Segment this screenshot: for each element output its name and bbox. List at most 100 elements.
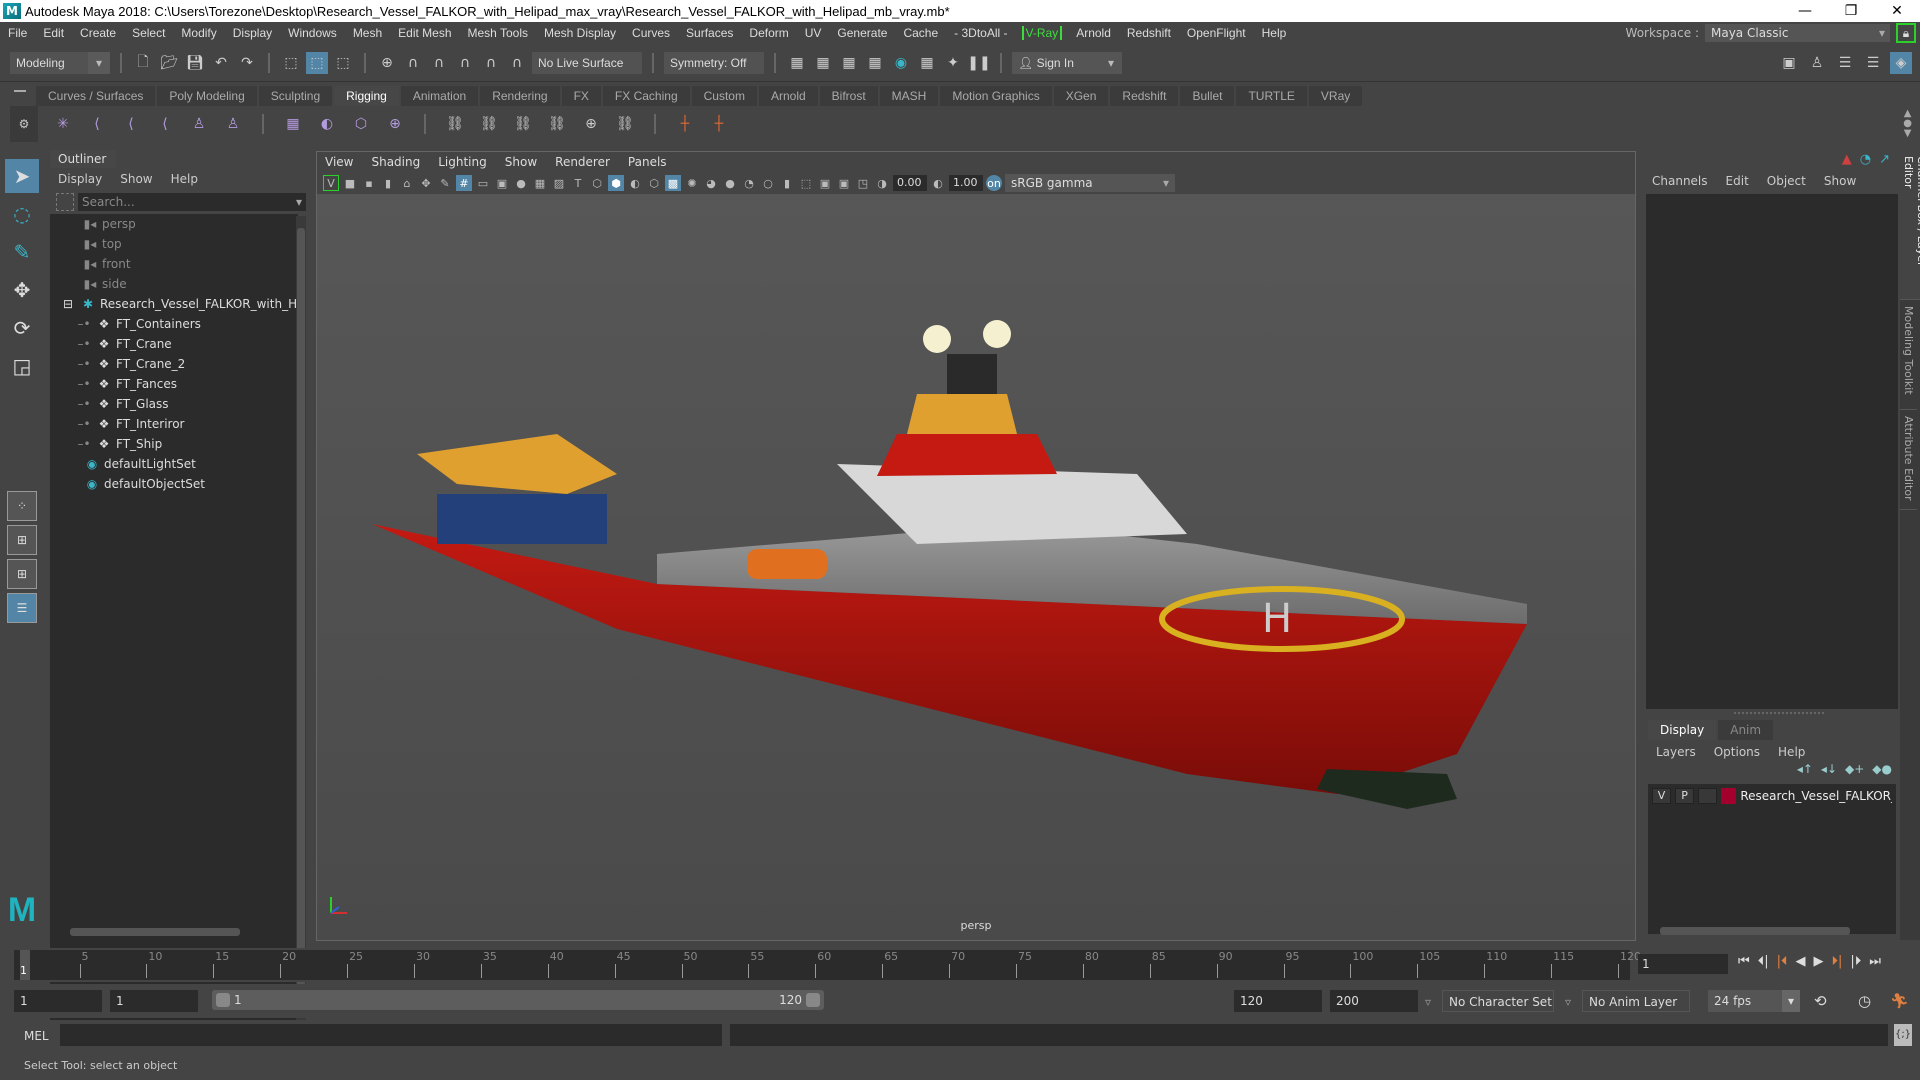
smooth-shade-icon[interactable]: ⬢ — [608, 175, 624, 191]
render-setup-icon[interactable]: ▦ — [916, 52, 938, 74]
animation-preferences-icon[interactable]: 🏃︎ — [1890, 992, 1909, 1010]
modeling-toolkit-icon[interactable]: ▣ — [1778, 52, 1800, 74]
xray-icon[interactable]: ▣ — [817, 175, 833, 191]
quick-rig-icon[interactable]: ♙ — [188, 113, 210, 135]
viewport-menu-view[interactable]: View — [325, 155, 353, 169]
textured-icon[interactable]: ▩ — [665, 175, 681, 191]
step-forward-key-icon[interactable]: ⏵| — [1831, 954, 1842, 969]
snap-projected-center-icon[interactable]: ∩ — [506, 52, 528, 74]
shelf-tab-sculpting[interactable]: Sculpting — [258, 86, 333, 106]
viewport-menu-panels[interactable]: Panels — [628, 155, 667, 169]
select-hierarchy-icon[interactable]: ⬚ — [280, 52, 302, 74]
close-button[interactable]: ✕ — [1874, 3, 1920, 19]
menu-file[interactable]: File — [0, 26, 35, 40]
snap-curve-icon[interactable]: ∩ — [402, 52, 424, 74]
ambient-occlusion-icon[interactable]: ● — [722, 175, 738, 191]
menu-redshift[interactable]: Redshift — [1119, 26, 1179, 40]
depth-of-field-icon[interactable]: ▮ — [779, 175, 795, 191]
step-forward-frame-icon[interactable]: |⏵ — [1850, 954, 1861, 969]
layer-menu-help[interactable]: Help — [1778, 745, 1805, 759]
layer-horizontal-scrollbar[interactable] — [1648, 926, 1896, 936]
menu-openflight[interactable]: OpenFlight — [1179, 26, 1254, 40]
render-view-icon[interactable]: ▦ — [786, 52, 808, 74]
default-material-icon[interactable]: ◐ — [627, 175, 643, 191]
playback-end-field[interactable]: 120 — [1234, 990, 1322, 1012]
menu-curves[interactable]: Curves — [624, 26, 678, 40]
move-layer-up-icon[interactable]: ◂↑ — [1797, 762, 1813, 776]
outliner-item-child[interactable]: –• ❖ FT_Crane_2 — [50, 354, 298, 374]
motion-blur-icon[interactable]: ◔ — [741, 175, 757, 191]
menu-surfaces[interactable]: Surfaces — [678, 26, 741, 40]
outliner-vertical-scrollbar[interactable] — [296, 216, 306, 1056]
image-plane-icon[interactable]: ⌂ — [399, 175, 415, 191]
layer-color-swatch[interactable] — [1721, 788, 1737, 804]
menu-edit[interactable]: Edit — [35, 26, 72, 40]
snap-grid-icon[interactable]: ⊕ — [376, 52, 398, 74]
anim-layer-dropdown[interactable]: ▿ No Anim Layer — [1565, 990, 1690, 1012]
auto-key-icon[interactable]: ◷ — [1858, 992, 1871, 1010]
live-surface-field[interactable]: No Live Surface — [532, 51, 642, 74]
scale-constraint-icon[interactable]: ⛓ — [546, 113, 568, 135]
collapse-icon[interactable]: ⊟ — [60, 294, 76, 314]
undo-icon[interactable]: ↶ — [210, 52, 232, 74]
field-chart-icon[interactable]: ▦ — [532, 175, 548, 191]
channel-box-menu-channels[interactable]: Channels — [1652, 174, 1708, 188]
attribute-editor-icon[interactable]: ☰ — [1834, 52, 1856, 74]
human-ik-icon[interactable]: ♙ — [222, 113, 244, 135]
render-settings-icon[interactable]: ▦ — [864, 52, 886, 74]
new-layer-selected-icon[interactable]: ◆+ — [1845, 762, 1864, 776]
wireframe-icon[interactable]: ⬡ — [589, 175, 605, 191]
side-tab-channel-box[interactable]: Channel Box / Layer Editor — [1900, 150, 1920, 300]
gear-icon[interactable]: ⚙ — [10, 106, 38, 142]
menu-display[interactable]: Display — [225, 26, 280, 40]
shelf-tab-redshift[interactable]: Redshift — [1110, 86, 1179, 106]
script-editor-icon[interactable]: {;} — [1894, 1024, 1912, 1046]
tool-settings-icon[interactable]: ☰ — [1862, 52, 1884, 74]
orient-constraint-icon[interactable]: ⛓ — [512, 113, 534, 135]
go-to-start-icon[interactable]: ⏮ — [1738, 954, 1750, 969]
lock-icon[interactable]: 🔒︎ — [1896, 23, 1916, 43]
ik-handle-icon[interactable]: ⟨ — [154, 113, 176, 135]
2d-pan-zoom-icon[interactable]: ✥ — [418, 175, 434, 191]
select-object-icon[interactable]: ⬚ — [306, 51, 328, 74]
paint-weights-icon[interactable]: ◐ — [316, 113, 338, 135]
command-language-label[interactable]: MEL — [24, 1029, 49, 1043]
menu-modify[interactable]: Modify — [173, 26, 224, 40]
outliner-item-child[interactable]: –• ❖ FT_Glass — [50, 394, 298, 414]
character-set-dropdown[interactable]: ▿ No Character Set — [1425, 990, 1554, 1012]
fps-dropdown[interactable]: 24 fps ▾ — [1708, 990, 1800, 1012]
film-gate-icon[interactable]: ▭ — [475, 175, 491, 191]
menu-deform[interactable]: Deform — [741, 26, 796, 40]
save-scene-icon[interactable]: 💾︎ — [184, 52, 206, 74]
step-back-key-icon[interactable]: |⏴ — [1777, 954, 1788, 969]
xray-joints-icon[interactable]: ◳ — [855, 175, 871, 191]
bookmark-icon[interactable]: ▮ — [380, 175, 396, 191]
light-editor-icon[interactable]: ✦ — [942, 52, 964, 74]
open-scene-icon[interactable]: 📂︎ — [158, 52, 180, 74]
shelf-tab-poly-modeling[interactable]: Poly Modeling — [157, 86, 257, 106]
menu-create[interactable]: Create — [72, 26, 124, 40]
menu-vray[interactable]: V-Ray — [1021, 26, 1063, 40]
outliner-item-group[interactable]: ⊟✱Research_Vessel_FALKOR_with_Helipad — [50, 294, 298, 314]
shelf-tab-arnold[interactable]: Arnold — [758, 86, 818, 106]
exposure-field[interactable]: 0.00 — [893, 175, 927, 191]
manipulator-icon[interactable]: ▲ — [1842, 152, 1852, 167]
mirror-joint-icon[interactable]: ⟨ — [120, 113, 142, 135]
current-frame-field[interactable]: 1 — [1638, 954, 1728, 974]
outliner-item-set[interactable]: ◉ defaultObjectSet — [50, 474, 298, 494]
shadows-icon[interactable]: ◕ — [703, 175, 719, 191]
shelf-scroll[interactable]: ▲ ● ▼ — [1903, 109, 1920, 139]
lasso-tool-icon[interactable]: ◌ — [5, 197, 39, 231]
graph-icon[interactable]: ↗ — [1879, 152, 1890, 167]
channel-box-menu-object[interactable]: Object — [1767, 174, 1806, 188]
snap-view-plane-icon[interactable]: ∩ — [454, 52, 476, 74]
command-input[interactable] — [60, 1024, 722, 1046]
human-ik-icon[interactable]: ♙ — [1806, 52, 1828, 74]
play-backwards-icon[interactable]: ◀ — [1795, 954, 1805, 969]
rotate-tool-icon[interactable]: ⟳ — [5, 311, 39, 345]
outliner-item-child[interactable]: –• ❖ FT_Interiror — [50, 414, 298, 434]
minimize-button[interactable]: — — [1782, 3, 1828, 19]
shelf-tab-fx[interactable]: FX — [561, 86, 601, 106]
splitter-handle[interactable] — [1734, 712, 1824, 714]
outliner-menu-help[interactable]: Help — [171, 172, 198, 186]
